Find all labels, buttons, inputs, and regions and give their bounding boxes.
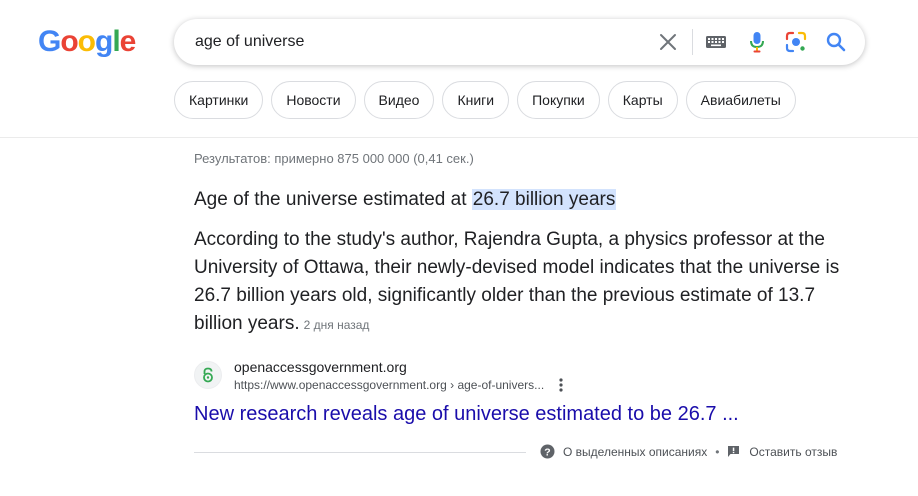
keyboard-icon[interactable]	[704, 30, 728, 54]
featured-snippet-title: Age of the universe estimated at 26.7 bi…	[194, 188, 617, 212]
site-favicon-icon[interactable]	[194, 361, 222, 389]
tab-videos[interactable]: Видео	[363, 81, 435, 119]
featured-snippet-text: According to the study's author, Rajendr…	[194, 226, 844, 339]
result-source: openaccessgovernment.org https://www.ope…	[194, 358, 794, 394]
site-name[interactable]: openaccessgovernment.org	[234, 359, 407, 375]
logo-letter: l	[112, 25, 120, 58]
search-icon[interactable]	[824, 30, 848, 54]
tab-shopping[interactable]: Покупки	[517, 81, 600, 119]
about-featured-snippets-label: О выделенных описаниях	[563, 444, 708, 459]
site-url[interactable]: https://www.openaccessgovernment.org › a…	[234, 378, 544, 392]
logo-letter: o	[60, 25, 78, 58]
feedback-label: Оставить отзыв	[749, 444, 838, 459]
feedback-icon	[727, 445, 740, 458]
logo-letter: o	[77, 25, 96, 58]
help-icon: ?	[540, 444, 555, 459]
logo-letter: g	[95, 25, 113, 58]
microphone-icon[interactable]	[745, 30, 769, 54]
snippet-body: According to the study's author, Rajendr…	[194, 229, 840, 334]
tab-news[interactable]: Новости	[271, 81, 356, 119]
close-icon[interactable]	[656, 30, 680, 54]
tab-books[interactable]: Книги	[442, 81, 510, 119]
tab-images[interactable]: Картинки	[174, 81, 264, 119]
tab-maps[interactable]: Карты	[607, 81, 678, 119]
footer-separator: •	[715, 444, 720, 459]
google-search-results-page: Google age of universe Картинки Новости …	[0, 0, 918, 496]
search-input[interactable]: age of universe	[195, 32, 304, 52]
footer-divider	[194, 452, 526, 453]
search-tabs: Картинки Новости Видео Книги Покупки Кар…	[174, 81, 796, 119]
feedback-button[interactable]: Оставить отзыв	[727, 445, 837, 459]
search-box[interactable]: age of universe	[174, 19, 865, 65]
featured-snippet-footer: ? О выделенных описаниях • Оставить отзы…	[540, 444, 837, 459]
more-options-icon[interactable]	[554, 376, 568, 394]
featured-title-highlight: 26.7 billion years	[471, 189, 617, 210]
about-featured-snippets-button[interactable]: ? О выделенных описаниях	[540, 444, 707, 459]
snippet-date: 2 дня назад	[303, 318, 370, 332]
result-stats: Результатов: примерно 875 000 000 (0,41 …	[194, 151, 474, 166]
svg-text:?: ?	[544, 446, 550, 458]
result-title-link[interactable]: New research reveals age of universe est…	[194, 401, 739, 427]
search-box-divider	[692, 29, 693, 55]
lens-icon[interactable]	[784, 30, 808, 54]
tab-flights[interactable]: Авиабилеты	[685, 81, 796, 119]
logo-letter: G	[38, 25, 61, 58]
logo-letter: e	[119, 25, 137, 58]
google-logo[interactable]: Google	[38, 25, 137, 59]
featured-title-prefix: Age of the universe estimated at	[194, 189, 472, 210]
header-divider	[0, 137, 918, 138]
